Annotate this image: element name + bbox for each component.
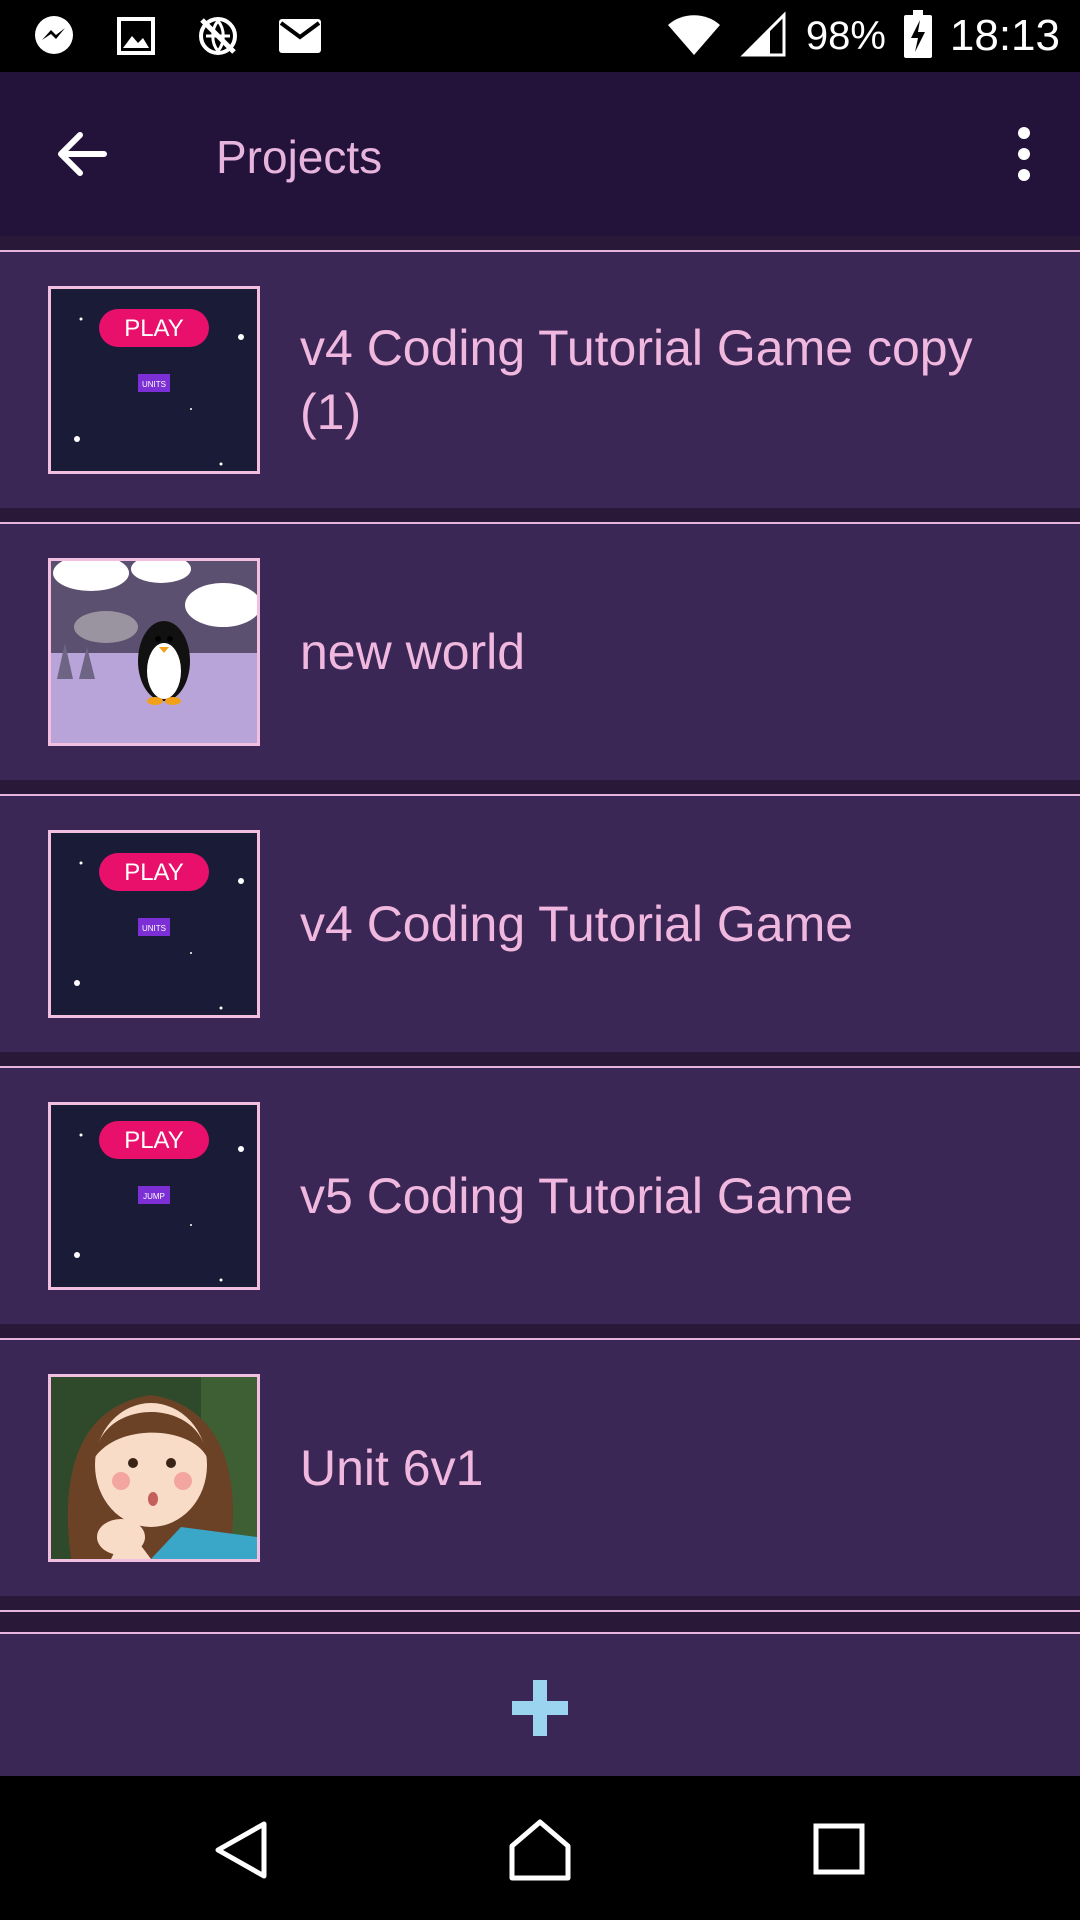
- add-project-button[interactable]: [510, 1678, 570, 1738]
- status-bar: 98% 18:13: [0, 0, 1080, 72]
- no-sync-icon: [194, 12, 242, 60]
- mail-icon: [276, 12, 324, 60]
- project-title: Unit 6v1: [300, 1440, 484, 1496]
- project-thumbnail: PLAY UNITS: [48, 830, 260, 1018]
- messenger-icon: [30, 12, 78, 60]
- battery-charging-icon: [903, 9, 932, 63]
- overflow-menu-button[interactable]: [1004, 124, 1044, 184]
- back-button[interactable]: [52, 124, 112, 184]
- plus-icon: [512, 1680, 568, 1736]
- project-title: new world: [300, 624, 526, 680]
- recents-icon: [813, 1823, 865, 1875]
- page-title: Projects: [216, 131, 383, 183]
- project-item[interactable]: PLAY UNITS v4 Coding Tutorial Game copy …: [0, 252, 1080, 508]
- project-title: v4 Coding Tutorial Game: [300, 896, 854, 952]
- navigation-bar: [0, 1776, 1080, 1920]
- more-vert-icon: [1018, 127, 1030, 181]
- project-item[interactable]: Unit 6v1: [0, 1340, 1080, 1596]
- signal-icon: [740, 10, 788, 62]
- project-list: PLAY UNITS v4 Coding Tutorial Game copy …: [0, 236, 1080, 1612]
- project-thumbnail: PLAY JUMP: [48, 1102, 260, 1290]
- nav-back-icon: [215, 1821, 267, 1879]
- thumb-play-label: PLAY: [124, 1127, 184, 1154]
- thumb-tag-label: UNITS: [142, 924, 166, 933]
- project-item[interactable]: PLAY JUMP v5 Coding Tutorial Game: [0, 1068, 1080, 1324]
- home-icon: [509, 1819, 571, 1881]
- project-title: v5 Coding Tutorial Game: [300, 1168, 854, 1224]
- project-thumbnail: [48, 558, 260, 746]
- arrow-back-icon: [58, 132, 107, 176]
- project-thumbnail: PLAY UNITS: [48, 286, 260, 474]
- thumb-tag-label: UNITS: [142, 380, 166, 389]
- wifi-icon: [666, 11, 722, 62]
- nav-recents-button[interactable]: [808, 1818, 872, 1882]
- nav-back-button[interactable]: [210, 1818, 274, 1882]
- add-project-bar: [0, 1632, 1080, 1776]
- clock: 18:13: [949, 11, 1060, 60]
- project-title: v4 Coding Tutorial Game copy (1): [300, 320, 973, 440]
- thumb-play-label: PLAY: [124, 315, 184, 342]
- thumb-tag-label: JUMP: [143, 1192, 165, 1201]
- gallery-icon: [112, 12, 160, 60]
- nav-home-button[interactable]: [508, 1818, 572, 1882]
- battery-percent: 98%: [805, 13, 886, 58]
- app-bar: Projects: [0, 72, 1080, 236]
- thumb-play-label: PLAY: [124, 859, 184, 886]
- project-item[interactable]: PLAY UNITS v4 Coding Tutorial Game: [0, 796, 1080, 1052]
- project-item[interactable]: new world: [0, 524, 1080, 780]
- project-thumbnail: [48, 1374, 260, 1562]
